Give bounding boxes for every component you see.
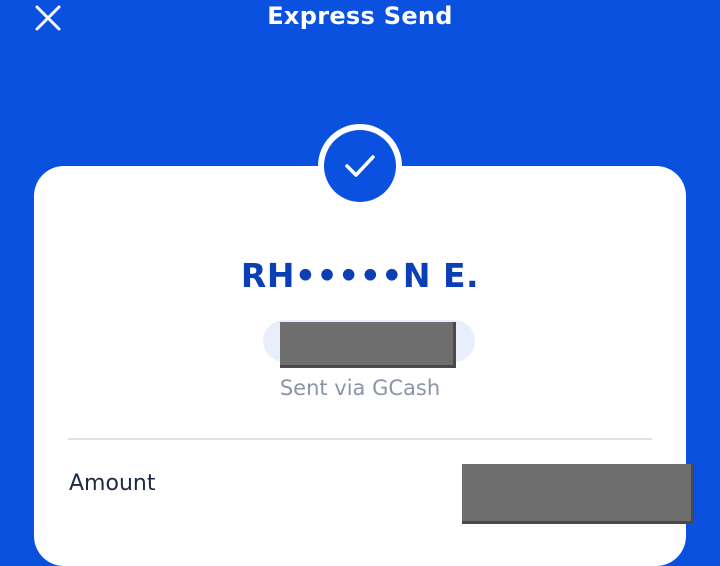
amount-label: Amount [69,471,156,496]
header: Express Send [0,0,720,40]
recipient-name: RH•••••N E. [240,256,480,295]
divider [68,438,652,440]
sent-via-label: Sent via GCash [279,376,441,400]
success-badge [318,124,402,208]
checkmark-icon [345,155,375,177]
page-title: Express Send [267,2,453,30]
redacted-recipient-number [280,322,456,368]
redacted-amount-value [462,464,694,524]
success-badge-inner [324,130,396,202]
